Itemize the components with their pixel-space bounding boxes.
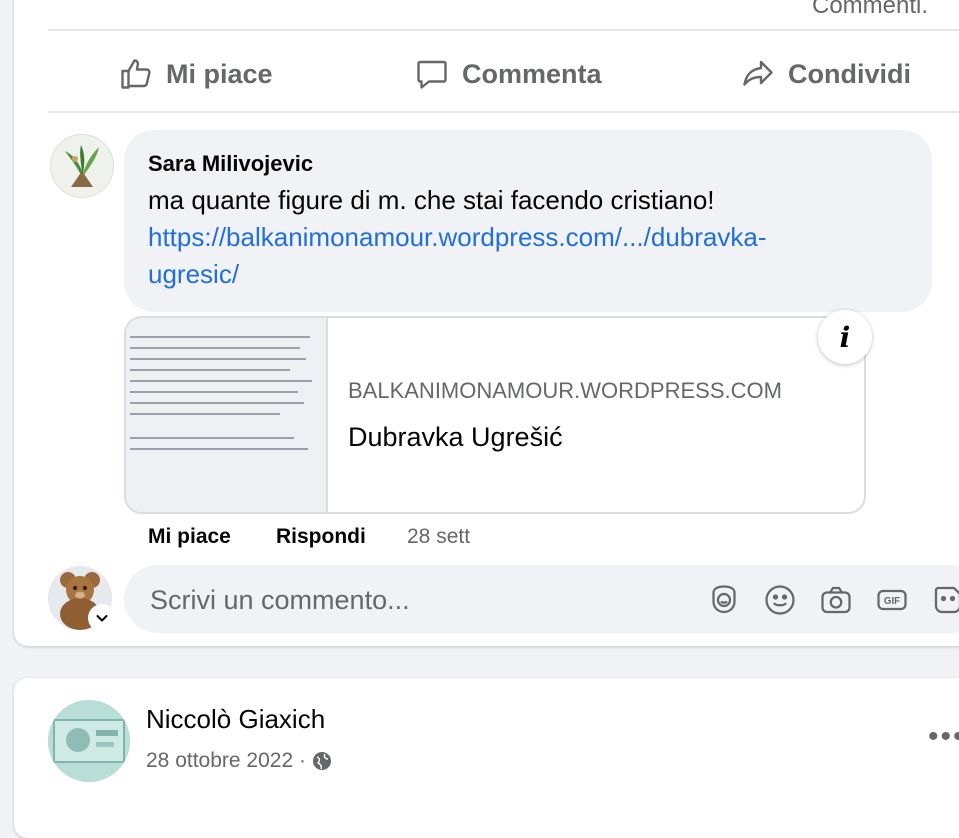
comment-input[interactable]: [148, 579, 672, 621]
comment-button[interactable]: Commenta: [414, 57, 602, 91]
speech-bubble-icon: [417, 60, 447, 89]
comment-label: Commenta: [462, 58, 602, 89]
like-label: Mi piace: [166, 58, 273, 89]
emoji-icon[interactable]: [762, 582, 798, 618]
commenter-avatar[interactable]: [50, 134, 114, 198]
thumbs-up-icon: [121, 59, 151, 89]
avatar-sticker-icon[interactable]: [706, 582, 742, 618]
chevron-down-icon: [96, 615, 108, 622]
post-meta: 28 ottobre 2022 ·: [146, 749, 332, 773]
comment-timestamp[interactable]: 28 sett: [407, 525, 470, 549]
sticker-icon[interactable]: [930, 582, 959, 618]
share-button[interactable]: Condividi: [740, 57, 911, 91]
svg-text:GIF: GIF: [884, 596, 900, 607]
preview-thumbnail: [126, 318, 328, 512]
info-icon[interactable]: i: [818, 310, 872, 364]
comment-link[interactable]: https://balkanimonamour.wordpress.com/..…: [148, 219, 918, 293]
post-date[interactable]: 28 ottobre 2022 ·: [146, 749, 306, 773]
link-preview-card[interactable]: [124, 316, 866, 514]
comment-text-block: ma quante figure di m. che stai facendo …: [148, 182, 918, 293]
post-author-name[interactable]: Niccolò Giaxich: [146, 704, 325, 735]
preview-domain: BALKANIMONAMOUR.WORDPRESS.COM: [348, 378, 782, 403]
profile-switch-chevron[interactable]: [90, 606, 114, 630]
gif-icon[interactable]: GIF: [874, 582, 910, 618]
more-options-icon[interactable]: •••: [928, 720, 959, 754]
post-author-avatar[interactable]: [48, 700, 130, 782]
banknote-avatar-image: [48, 700, 130, 782]
plant-avatar-image: [51, 135, 113, 197]
like-button[interactable]: Mi piace: [118, 57, 273, 91]
comment-author[interactable]: Sara Milivojevic: [148, 151, 313, 177]
camera-icon[interactable]: [818, 582, 854, 618]
comments-count-link[interactable]: Commenti.: [812, 0, 928, 20]
divider: [48, 29, 959, 31]
comment-like-action[interactable]: Mi piace: [148, 525, 231, 549]
share-arrow-icon: [743, 60, 773, 86]
globe-icon: [312, 752, 331, 770]
preview-title[interactable]: Dubravka Ugrešić: [348, 422, 563, 453]
comment-text: ma quante figure di m. che stai facendo …: [148, 185, 715, 215]
comment-reply-action[interactable]: Rispondi: [276, 525, 366, 549]
divider: [48, 111, 959, 113]
share-label: Condividi: [788, 58, 911, 89]
